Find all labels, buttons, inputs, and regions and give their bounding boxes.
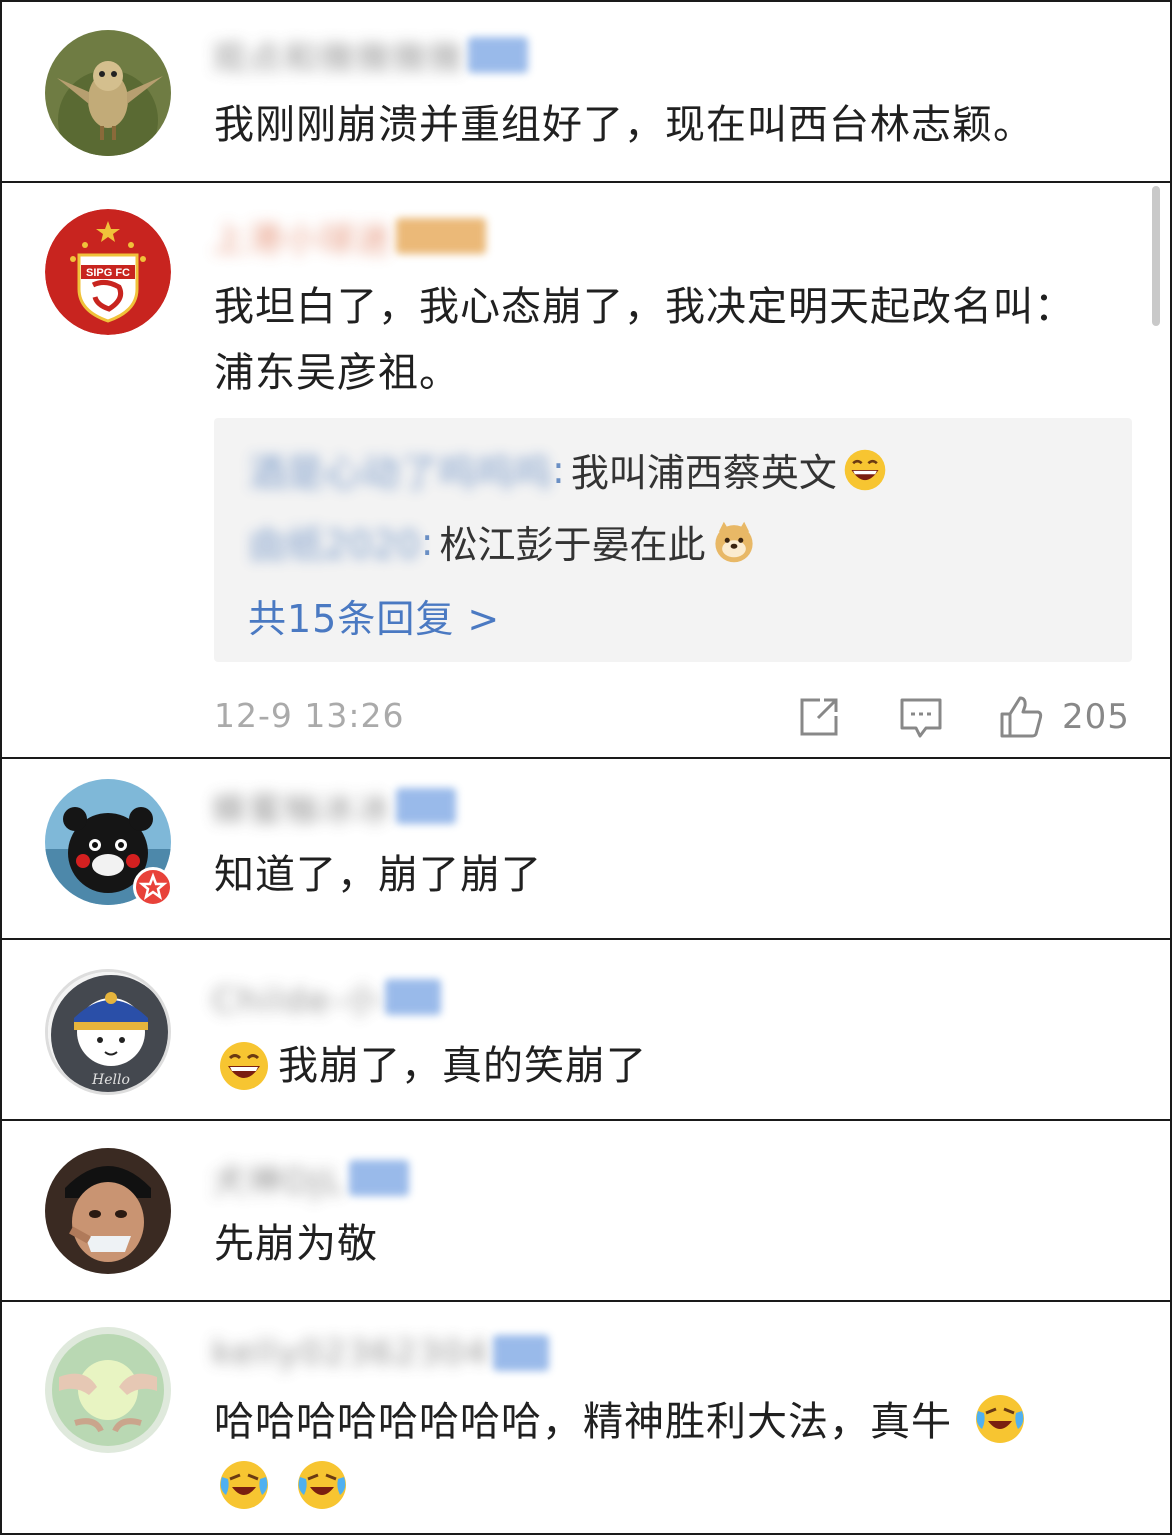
reply-colon: : (420, 519, 434, 564)
like-count: 205 (1062, 697, 1130, 737)
username[interactable]: kelly02362304 (212, 1333, 489, 1373)
owl-avatar-image (45, 30, 171, 156)
reply-username[interactable]: 酒是心动了呜呜呜 (248, 442, 552, 497)
comment-text: 先崩为敬 (214, 1221, 378, 1267)
timestamp: 12-9 13:26 (214, 696, 405, 735)
comment-text-row: 我崩了，真的笑崩了 (214, 1033, 1114, 1099)
user-badge (396, 218, 486, 254)
logo-text: SIPG FC (86, 267, 130, 279)
username-row: 上港小球迷 (212, 212, 486, 261)
avatar[interactable] (45, 1327, 171, 1453)
username[interactable]: 上港小球迷 (212, 212, 392, 261)
comment-item: kelly02362304 哈哈哈哈哈哈哈哈，精神胜利大法，真牛 (0, 1300, 1172, 1535)
laughing-emoji-icon (843, 448, 887, 492)
username-row: kelly02362304 (212, 1331, 550, 1375)
laughing-emoji-icon (218, 1040, 270, 1092)
crying-laughing-emoji-icon (296, 1459, 348, 1511)
avatar-script-text: Hello (91, 1072, 130, 1088)
avatar[interactable] (45, 30, 171, 156)
username-row: 犬神DJL (212, 1154, 410, 1203)
doge-emoji-icon (712, 520, 756, 564)
share-icon (800, 698, 838, 736)
username[interactable]: Childe-小 (212, 973, 381, 1022)
sipg-fc-logo-icon: SIPG FC (45, 209, 171, 335)
reply-item[interactable]: 由纸2020 : 松江彭于晏在此 (248, 514, 758, 569)
comment-text-block: 哈哈哈哈哈哈哈哈，精神胜利大法，真牛 (214, 1389, 1134, 1521)
crying-laughing-emoji-icon (974, 1393, 1026, 1445)
comment-item: 观点和微微微微 我刚刚崩溃并重组好了，现在叫西台林志颖。 (0, 0, 1172, 183)
like-button[interactable]: 205 (998, 693, 1130, 741)
comment-text: 我刚刚崩溃并重组好了，现在叫西台林志颖。 (214, 102, 1034, 148)
like-icon (1000, 696, 1043, 738)
comment-item: Hello Childe-小 我崩了，真的笑崩了 (0, 938, 1172, 1121)
reply-colon: : (552, 447, 565, 492)
cartoon-boy-avatar-image: Hello (48, 972, 168, 1092)
comment-item: 蜂蜜柚冰冰 知道了，崩了崩了 (0, 757, 1172, 940)
comment-button[interactable] (898, 693, 944, 741)
username-row: Childe-小 (212, 973, 441, 1022)
username[interactable]: 犬神DJL (212, 1154, 345, 1203)
username-row: 观点和微微微微 (212, 31, 528, 80)
comment-item: 犬神DJL 先崩为敬 (0, 1119, 1172, 1302)
user-badge (396, 788, 456, 824)
avatar[interactable] (45, 1148, 171, 1274)
reply-username[interactable]: 由纸2020 (248, 514, 421, 569)
user-badge (468, 37, 528, 73)
comment-item: SIPG FC 上港小球迷 我坦白了，我心态崩了，我决定明天起改名叫：浦东吴彦祖… (0, 181, 1172, 759)
user-badge (349, 1160, 410, 1196)
crying-laughing-emoji-icon (218, 1459, 270, 1511)
scrollbar[interactable] (1152, 186, 1160, 326)
reply-item[interactable]: 酒是心动了呜呜呜 : 我叫浦西蔡英文 (248, 442, 889, 497)
comment-text: 哈哈哈哈哈哈哈哈，精神胜利大法，真牛 (214, 1399, 952, 1445)
reply-text: 松江彭于晏在此 (439, 523, 706, 567)
hands-avatar-image (45, 1327, 171, 1453)
reply-preview-box[interactable]: 酒是心动了呜呜呜 : 我叫浦西蔡英文 由纸2020 : 松江彭于晏在此 共15条… (214, 418, 1132, 662)
reply-text: 我叫浦西蔡英文 (570, 451, 837, 495)
share-button[interactable] (796, 693, 842, 741)
username-row: 蜂蜜柚冰冰 (212, 782, 456, 831)
user-badge (493, 1335, 550, 1371)
man-drinking-avatar-image (45, 1148, 171, 1274)
username[interactable]: 观点和微微微微 (212, 31, 464, 80)
avatar[interactable]: SIPG FC (45, 209, 171, 335)
avatar[interactable]: Hello (45, 969, 171, 1095)
more-replies-link[interactable]: 共15条回复 > (248, 588, 500, 643)
comment-icon (900, 698, 942, 738)
username[interactable]: 蜂蜜柚冰冰 (212, 782, 392, 831)
user-badge (384, 979, 441, 1015)
verified-badge-icon (133, 867, 173, 907)
comment-text: 我坦白了，我心态崩了，我决定明天起改名叫：浦东吴彦祖。 (214, 284, 1075, 396)
comment-text: 知道了，崩了崩了 (214, 852, 542, 898)
comment-text: 我崩了，真的笑崩了 (278, 1043, 647, 1089)
